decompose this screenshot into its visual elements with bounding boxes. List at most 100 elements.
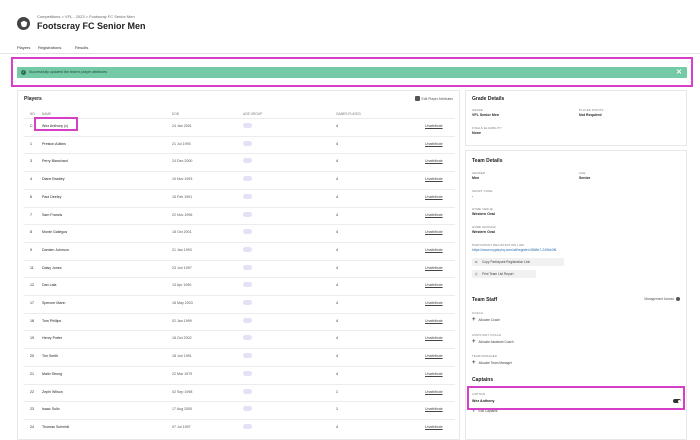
check-icon: ✓: [21, 70, 26, 75]
unattribute-link[interactable]: Unattribute: [425, 248, 443, 252]
allocate-assistant-coach-label: Allocate Assistant Coach: [478, 339, 514, 344]
unattribute-link[interactable]: Unattribute: [425, 407, 443, 411]
player-dob: 22 Mar 1979: [172, 371, 193, 376]
player-dob: 23 Jun 1997: [172, 265, 192, 270]
table-row: 24 Thomas Schmidt 07 Jul 1997 4 Unattribute: [24, 418, 455, 433]
table-row: 23 Isaac Sullo 17 Aug 2000 1 Unattribute: [24, 401, 455, 415]
gender-value: Men: [472, 176, 480, 180]
age-group-badge: [243, 264, 252, 270]
age-value: Senior: [579, 176, 591, 180]
unattribute-link[interactable]: Unattribute: [425, 142, 443, 146]
unattribute-link[interactable]: Unattribute: [425, 230, 443, 234]
highlight-frame-captain: [467, 386, 685, 410]
print-team-list-button[interactable]: ⎙ Print Team List Report: [472, 270, 536, 278]
col-no: NO.: [30, 112, 36, 116]
tab-results[interactable]: Results: [75, 45, 88, 50]
player-dob: 18 Oct 2002: [172, 336, 192, 341]
allocate-team-manager-button[interactable]: + Allocate Team Manager: [472, 360, 512, 366]
player-name[interactable]: Dan Lala: [42, 283, 56, 287]
age-group-badge: [243, 176, 252, 182]
tab-players[interactable]: Players: [17, 45, 30, 50]
player-name[interactable]: Preston Adkins: [42, 142, 66, 146]
tab-registrations[interactable]: Registrations: [38, 45, 61, 50]
short-code-label: SHORT CODE: [472, 189, 493, 193]
plus-icon: +: [472, 317, 476, 323]
unattribute-link[interactable]: Unattribute: [425, 301, 443, 305]
unattribute-link[interactable]: Unattribute: [425, 266, 443, 270]
unattribute-link[interactable]: Unattribute: [425, 159, 443, 163]
games-played: 4: [336, 124, 338, 128]
table-row: 9 Damien Johnson 21 Jan 1993 4 Unattribute: [24, 241, 455, 256]
management-access[interactable]: Management Access: [644, 297, 680, 302]
unattribute-link[interactable]: Unattribute: [425, 319, 443, 323]
breadcrumb[interactable]: Competitions > VFL - 2023 > Footscray FC…: [37, 14, 135, 19]
unattribute-link[interactable]: Unattribute: [425, 354, 443, 358]
unattribute-link[interactable]: Unattribute: [425, 372, 443, 376]
table-row: 18 Tom Phillips 02 Jan 1999 4 Unattribute: [24, 312, 455, 327]
col-games-played: GAMES PLAYED: [336, 112, 361, 116]
home-ground-label: HOME GROUND: [472, 225, 496, 229]
player-name[interactable]: Zephi Wilson: [42, 390, 63, 394]
team-logo: [17, 17, 30, 30]
games-played: 4: [336, 247, 338, 252]
finals-value: None: [472, 131, 481, 135]
edit-player-attributes-button[interactable]: Edit Player Attributes: [414, 96, 453, 101]
unattribute-link[interactable]: Unattribute: [425, 124, 443, 128]
player-name[interactable]: Tom Phillips: [42, 319, 61, 323]
player-name[interactable]: Diane Bradley: [42, 177, 65, 181]
unattribute-link[interactable]: Unattribute: [425, 195, 443, 199]
close-icon[interactable]: ✕: [676, 68, 682, 76]
copy-registration-link-button[interactable]: ⧉ Copy Participant Registration Link: [472, 258, 564, 266]
player-name[interactable]: Henry Potter: [42, 336, 62, 340]
unattribute-link[interactable]: Unattribute: [425, 425, 443, 429]
allocate-team-manager-label: Allocate Team Manager: [478, 360, 512, 365]
player-number: 19: [30, 336, 34, 341]
player-number: 6: [30, 194, 32, 199]
coach-label: COACH: [472, 311, 484, 315]
games-played: 4: [336, 301, 338, 305]
games-played: 4: [336, 371, 338, 376]
games-played: 4: [336, 318, 338, 323]
player-name[interactable]: Malin Strong: [42, 372, 62, 376]
player-name[interactable]: Damien Johnson: [42, 248, 69, 252]
player-name[interactable]: Spencer Marin: [42, 301, 65, 305]
unattribute-link[interactable]: Unattribute: [425, 177, 443, 181]
player-name[interactable]: Perry Blanchard: [42, 159, 68, 163]
table-row: 20 Tim Smith 18 Jun 1991 4 Unattribute: [24, 348, 455, 362]
player-name[interactable]: Paul Deeley: [42, 195, 61, 199]
games-played: 4: [336, 159, 338, 164]
management-access-label: Management Access: [644, 297, 674, 301]
player-name[interactable]: Thomas Schmidt: [42, 425, 69, 429]
success-banner: ✓ Successfully updated the team's player…: [17, 67, 687, 78]
unattribute-link[interactable]: Unattribute: [425, 336, 443, 340]
table-row: 3 Perry Blanchard 24 Dec 2000 4 Unattribute: [24, 153, 455, 167]
players-card: Players Edit Player Attributes NO. NAME …: [17, 90, 460, 440]
home-venue-label: HOME VENUE: [472, 207, 493, 211]
player-name[interactable]: Daisy Jones: [42, 266, 62, 270]
allocate-assistant-coach-button[interactable]: + Allocate Assistant Coach: [472, 339, 514, 345]
unattribute-link[interactable]: Unattribute: [425, 390, 443, 394]
player-name[interactable]: Monte Gallegos: [42, 230, 67, 234]
games-played: 4: [336, 354, 338, 359]
finals-label: FINALS ELIGIBILITY: [472, 126, 502, 130]
captain-toggle[interactable]: [673, 399, 681, 403]
print-team-list-label: Print Team List Report: [482, 272, 514, 276]
unattribute-link[interactable]: Unattribute: [425, 283, 443, 287]
player-name[interactable]: Sam Francis: [42, 213, 62, 217]
col-age-group: AGE GROUP: [243, 112, 263, 116]
registration-link[interactable]: https://www.myplayhq.com/afl/register/45…: [472, 248, 556, 252]
player-number: 12: [30, 283, 34, 288]
games-played: 4: [336, 265, 338, 270]
table-row: 19 Henry Potter 18 Oct 2002 4 Unattribute: [24, 330, 455, 344]
player-number: 1: [30, 141, 32, 146]
player-dob: 02 Jan 1999: [172, 318, 192, 323]
player-name[interactable]: Isaac Sullo: [42, 407, 60, 411]
player-dob: 21 Jan 1993: [172, 247, 192, 252]
allocate-coach-button[interactable]: + Allocate Coach: [472, 317, 500, 323]
player-number: 11: [30, 265, 34, 270]
table-row: 22 Zephi Wilson 02 Sep 1998 1 Unattribute: [24, 383, 455, 398]
games-played: 1: [336, 389, 338, 394]
unattribute-link[interactable]: Unattribute: [425, 213, 443, 217]
pencil-icon: [414, 96, 420, 101]
player-name[interactable]: Tim Smith: [42, 354, 58, 358]
